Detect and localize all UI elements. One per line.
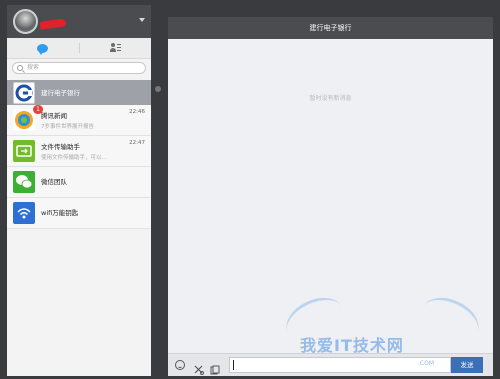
tab-contacts[interactable] — [80, 38, 152, 58]
conversation-name: 建行电子银行 — [41, 89, 80, 97]
empty-chat-message: 暂时没有新消息 — [309, 95, 352, 102]
chat-input-bar: 发送 — [168, 353, 493, 376]
conversation-wechat-team[interactable]: 微信团队 — [7, 167, 151, 198]
send-button[interactable]: 发送 — [451, 357, 483, 373]
conversation-time: 22:47 — [129, 140, 145, 146]
conversation-name: wifi万能钥匙 — [41, 209, 79, 217]
screenshot-icon[interactable] — [194, 360, 204, 375]
conversation-preview: 7岁事件世界展开报告 — [41, 124, 94, 130]
user-header — [7, 5, 151, 38]
chat-bubble-icon — [37, 43, 49, 55]
tab-chats[interactable] — [7, 38, 79, 58]
conversation-wifi-key[interactable]: wifi万能钥匙 — [7, 198, 151, 229]
conversation-name: 腾讯新闻 — [41, 112, 67, 120]
conversation-list: 建行电子银行 1 腾讯新闻 7岁事件世界展开报告 22:46 文件传输助手 使用… — [7, 80, 151, 229]
redacted-username — [39, 18, 67, 30]
chat-title: 建行电子银行 — [168, 17, 493, 39]
conversation-ccb[interactable]: 建行电子银行 — [7, 80, 151, 105]
emoji-icon[interactable] — [175, 360, 185, 370]
contacts-icon — [109, 43, 121, 53]
wifi-key-icon — [13, 202, 35, 224]
file-transfer-icon — [13, 140, 35, 162]
search-input[interactable]: 搜索 — [12, 62, 146, 74]
watermark-url: .COM — [418, 360, 434, 367]
user-avatar[interactable] — [13, 9, 38, 34]
panel-splitter-handle[interactable] — [155, 86, 161, 92]
conversation-preview: 使用文件传输助手，可以... — [41, 155, 107, 161]
wechat-team-icon — [13, 171, 35, 193]
text-caret — [233, 360, 234, 370]
watermark-text: 我爱IT技术网 — [300, 336, 404, 355]
conversation-name: 文件传输助手 — [41, 143, 80, 151]
conversation-panel: 搜索 建行电子银行 1 腾讯新闻 7岁事件世界展开报告 22:46 文件传输助手… — [7, 5, 151, 376]
search-placeholder: 搜索 — [27, 64, 40, 71]
conversation-name: 微信团队 — [41, 178, 67, 186]
sidebar-tabs — [7, 38, 151, 59]
chevron-down-icon[interactable] — [139, 18, 145, 22]
conversation-time: 22:46 — [129, 109, 145, 115]
conversation-news[interactable]: 1 腾讯新闻 7岁事件世界展开报告 22:46 — [7, 105, 151, 136]
conversation-file-transfer[interactable]: 文件传输助手 使用文件传输助手，可以... 22:47 — [7, 136, 151, 167]
search-icon — [17, 65, 23, 71]
ccb-logo-icon — [13, 82, 35, 104]
file-icon[interactable] — [210, 360, 220, 375]
news-icon — [13, 109, 35, 131]
